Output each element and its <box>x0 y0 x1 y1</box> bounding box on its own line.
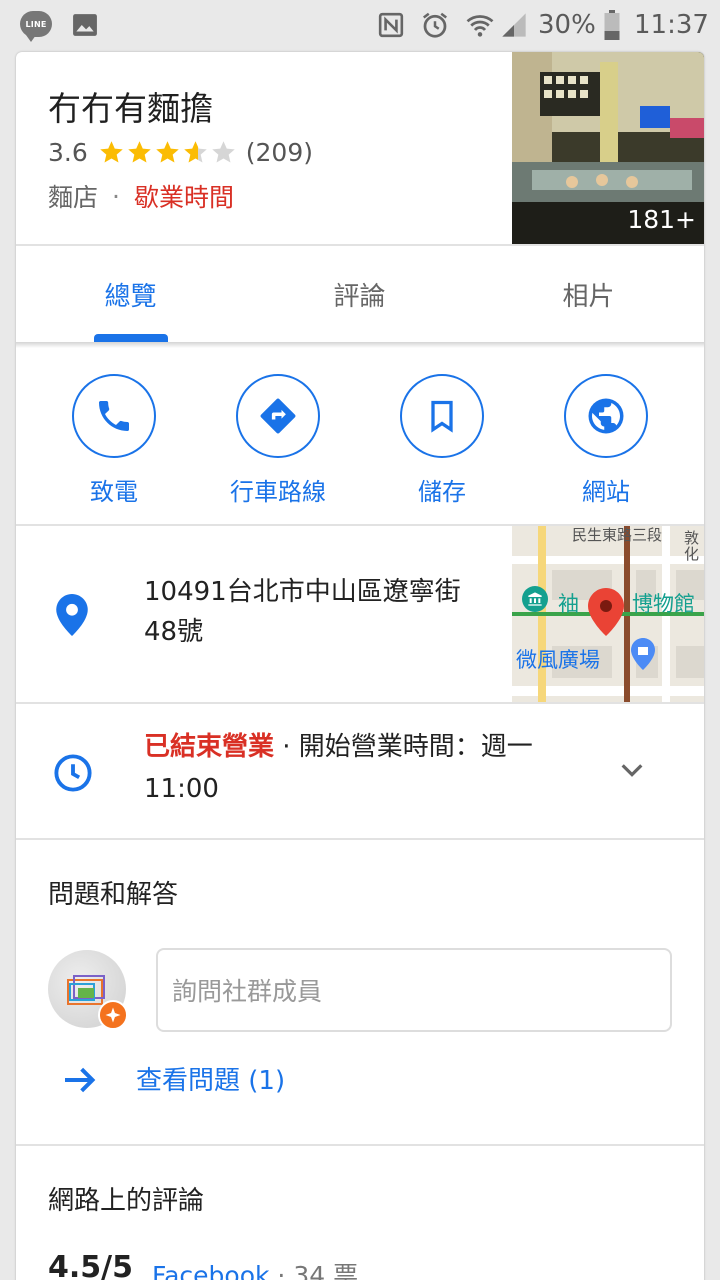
address-text[interactable]: 10491台北市中山區遼寧街 48號 <box>144 572 494 652</box>
badge-star-icon <box>98 1000 128 1030</box>
star-icon <box>128 141 151 163</box>
map-label-street: 民生東路三段 <box>572 526 663 544</box>
hours-link[interactable]: 歇業時間 <box>134 178 234 214</box>
separator: · <box>112 181 120 211</box>
tab-overview[interactable]: 總覽 <box>16 246 245 342</box>
save-label: 儲存 <box>418 478 466 506</box>
gallery-icon <box>72 0 98 50</box>
clock-time: 11:37 <box>634 10 709 40</box>
ask-question-input[interactable]: 詢問社群成員 <box>156 948 672 1032</box>
website-button[interactable]: 網站 <box>524 374 688 507</box>
tab-bar: 總覽 評論 相片 <box>16 246 704 342</box>
location-pin-icon <box>56 594 88 640</box>
wifi-icon <box>464 0 496 50</box>
view-questions-link[interactable]: 查看問題 (1) <box>136 1060 285 1097</box>
call-circle[interactable] <box>72 374 156 458</box>
map-pin-icon <box>588 588 624 640</box>
closed-status: 已結束營業 <box>144 732 275 762</box>
directions-label: 行車路線 <box>230 478 326 506</box>
save-circle[interactable] <box>400 374 484 458</box>
tab-shadow <box>16 342 704 348</box>
map-label-side-street: 敦化 <box>684 529 700 563</box>
rating-row[interactable]: 3.6 (209) <box>48 138 313 167</box>
photo-count: 181+ <box>627 205 696 234</box>
alarm-icon <box>420 0 450 50</box>
website-circle[interactable] <box>564 374 648 458</box>
tab-reviews[interactable]: 評論 <box>245 246 474 342</box>
call-label: 致電 <box>90 478 138 506</box>
action-row: 致電 行車路線 儲存 網站 <box>16 374 704 507</box>
map-label-plaza: 微風廣場 <box>516 648 600 672</box>
vote-count: · 34 票 <box>277 1261 359 1280</box>
directions-icon <box>260 398 296 434</box>
star-icon <box>156 141 179 163</box>
category-row: 麵店 · 歇業時間 <box>48 178 234 214</box>
call-button[interactable]: 致電 <box>32 374 196 507</box>
map-label-museum-b: 博物館 <box>632 592 695 616</box>
place-photo[interactable]: 181+ <box>512 52 704 244</box>
tab-photos[interactable]: 相片 <box>474 246 703 342</box>
review-count: (209) <box>245 138 313 167</box>
directions-circle[interactable] <box>236 374 320 458</box>
map-label-museum-a: 袖 <box>558 592 579 616</box>
divider <box>16 702 704 704</box>
star-icon <box>100 141 123 163</box>
web-review-source[interactable]: Facebook · 34 票 <box>152 1256 358 1280</box>
arrow-right-icon[interactable] <box>60 1060 100 1104</box>
opening-time: 11:00 <box>144 774 219 804</box>
nfc-icon <box>378 0 404 50</box>
category-label: 麵店 <box>48 183 99 212</box>
status-bar: LINE 30% 11:37 <box>0 0 720 50</box>
museum-icon <box>522 586 548 612</box>
hours-detail: · 開始營業時間：週一 <box>282 732 533 762</box>
hours-text[interactable]: 已結束營業 · 開始營業時間：週一 11:00 <box>144 726 584 810</box>
signal-icon <box>500 0 528 50</box>
battery-percent: 30% <box>538 10 596 40</box>
source-link[interactable]: Facebook <box>152 1261 269 1280</box>
mini-map[interactable]: 民生東路三段 敦化 袖 博物館 微風廣場 <box>512 526 704 702</box>
place-name: 冇冇有麵擔 <box>48 89 213 128</box>
battery-icon <box>604 0 620 50</box>
tab-indicator <box>94 334 168 342</box>
divider <box>16 838 704 840</box>
directions-button[interactable]: 行車路線 <box>196 374 360 507</box>
line-icon: LINE <box>20 11 52 42</box>
divider <box>16 1144 704 1146</box>
address-line1: 10491台北市中山區遼寧街 <box>144 577 461 607</box>
save-button[interactable]: 儲存 <box>360 374 524 507</box>
shopping-pin-icon <box>630 638 656 674</box>
bookmark-icon <box>431 400 453 433</box>
place-card: 冇冇有麵擔 3.6 (209) 麵店 · 歇業時間 181+ 總覽 評論 相片 … <box>16 52 704 1280</box>
web-review-score: 4.5/5 <box>48 1250 133 1280</box>
web-reviews-title: 網路上的評論 <box>48 1186 205 1216</box>
clock-icon <box>52 752 94 798</box>
chevron-down-icon[interactable] <box>616 754 648 790</box>
rating-stars <box>98 139 238 166</box>
website-label: 網站 <box>582 478 630 506</box>
address-line2: 48號 <box>144 617 204 647</box>
qa-title: 問題和解答 <box>48 880 179 910</box>
star-icon <box>184 141 207 163</box>
phone-icon <box>99 401 129 431</box>
star-icon <box>212 141 235 163</box>
globe-icon <box>588 398 624 434</box>
rating-value: 3.6 <box>48 138 88 167</box>
